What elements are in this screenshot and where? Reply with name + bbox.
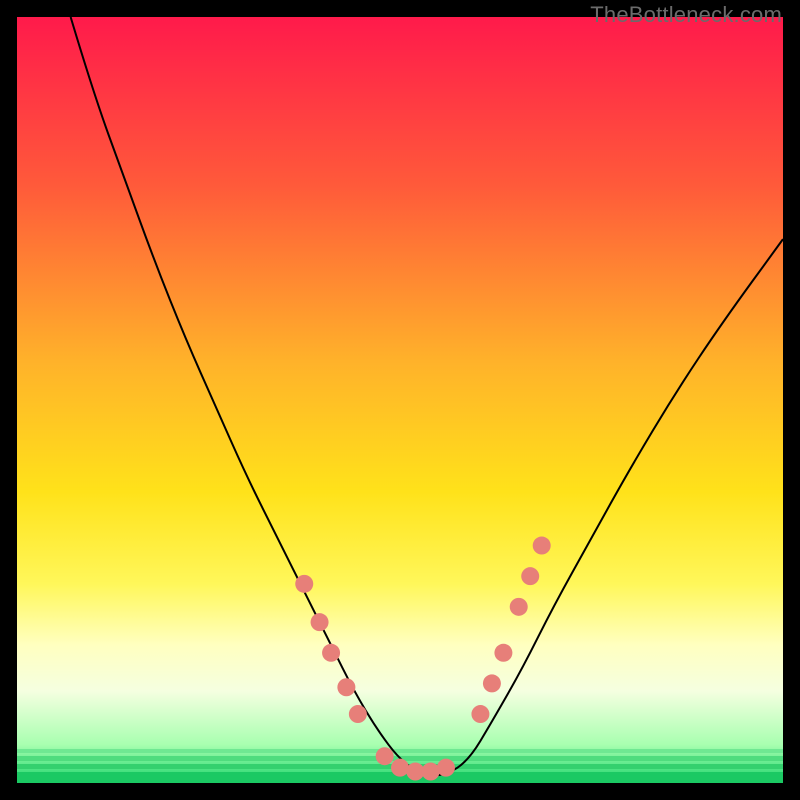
data-marker: [349, 705, 367, 723]
data-marker: [510, 598, 528, 616]
data-marker: [295, 575, 313, 593]
chart-stage: TheBottleneck.com: [0, 0, 800, 800]
data-marker: [533, 537, 551, 555]
curve-layer: [17, 17, 783, 783]
data-marker: [376, 747, 394, 765]
data-marker: [406, 763, 424, 781]
data-marker: [391, 759, 409, 777]
data-marker: [471, 705, 489, 723]
data-marker: [521, 567, 539, 585]
data-marker: [437, 759, 455, 777]
data-marker: [322, 644, 340, 662]
data-marker: [422, 763, 440, 781]
watermark-text: TheBottleneck.com: [590, 2, 782, 28]
bottleneck-curve: [71, 17, 783, 775]
data-marker: [483, 674, 501, 692]
data-marker: [337, 678, 355, 696]
data-marker: [494, 644, 512, 662]
plot-area: [17, 17, 783, 783]
data-marker: [311, 613, 329, 631]
